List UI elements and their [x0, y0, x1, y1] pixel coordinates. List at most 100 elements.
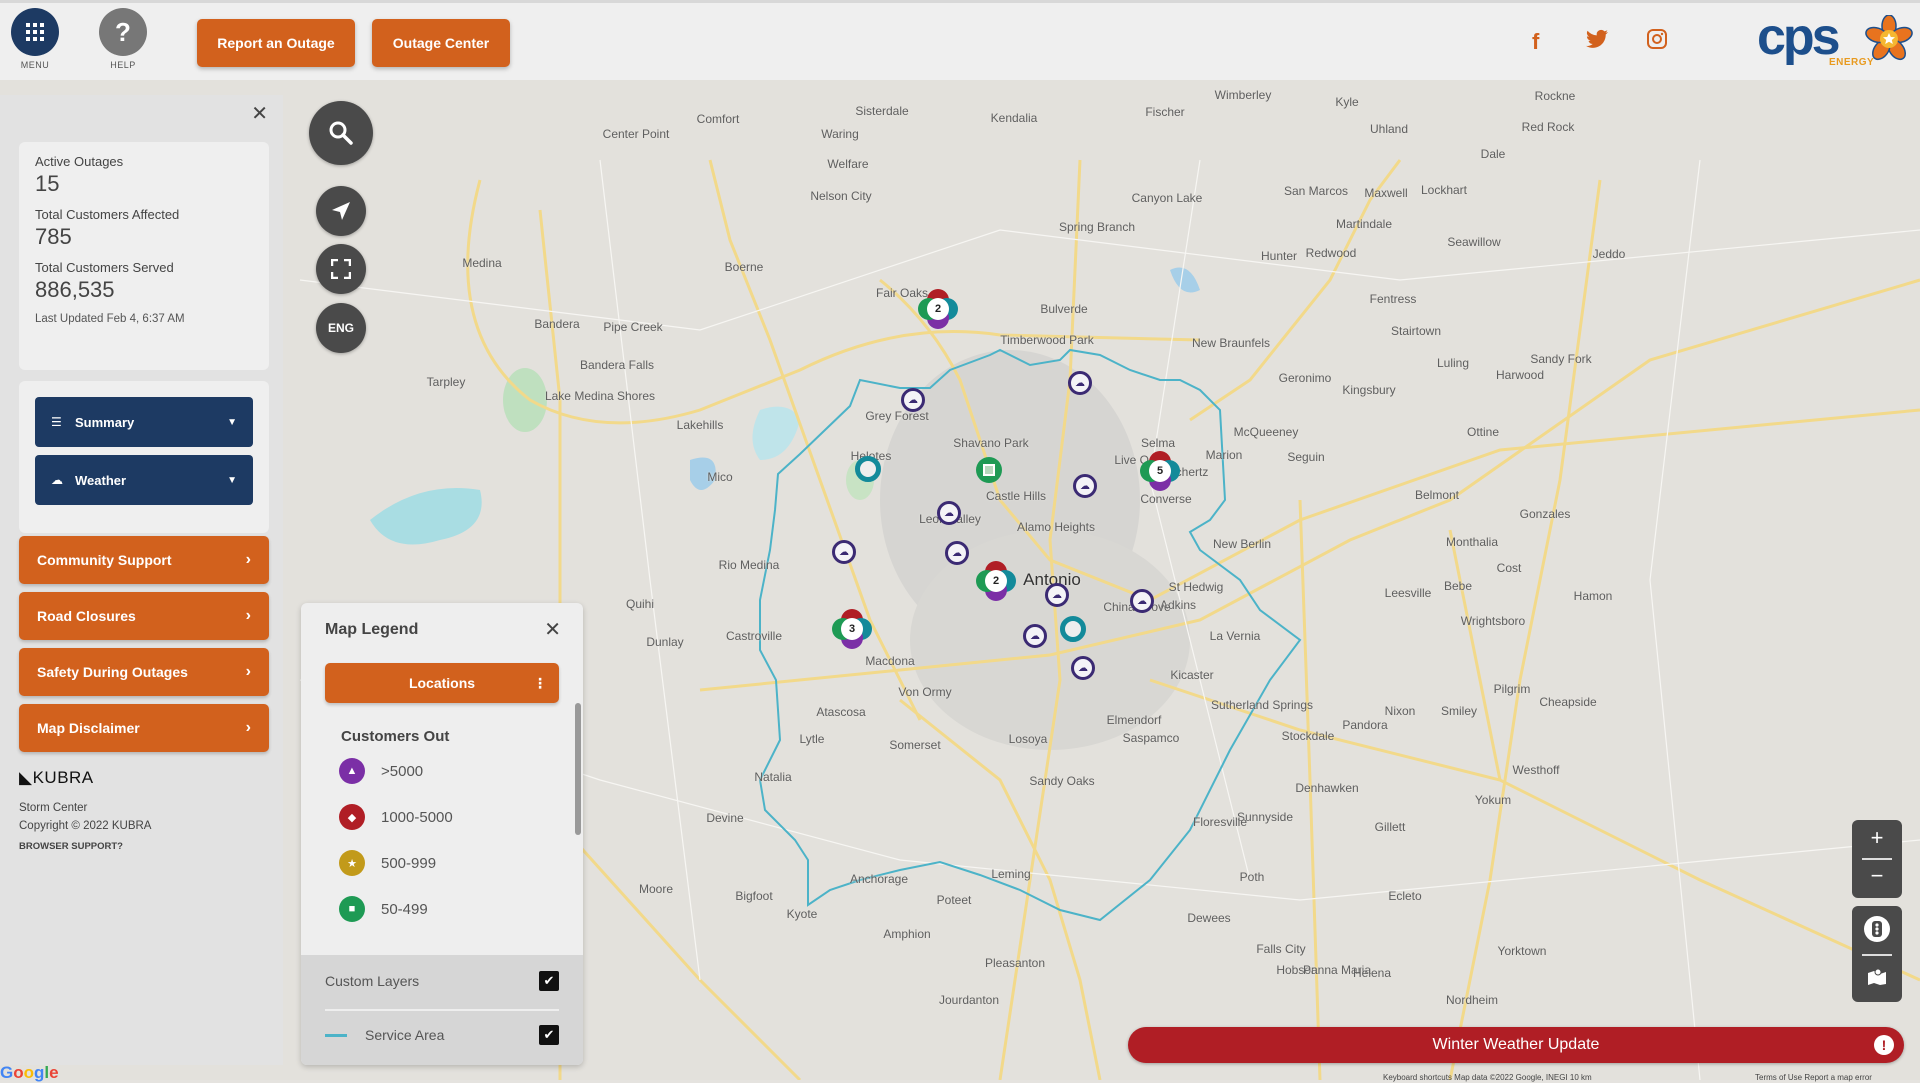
town-label: Rio Medina [718, 558, 780, 572]
weather-outage-marker[interactable]: ☁ [937, 501, 961, 525]
accordion-group: ☰ Summary ▼ ☁ Weather ▼ [19, 381, 269, 533]
road-closures-button[interactable]: Road Closures › [19, 592, 269, 640]
weather-outage-marker[interactable]: ☁ [1071, 656, 1095, 680]
map-type-button[interactable] [1864, 964, 1890, 990]
town-label: Kyle [1335, 95, 1359, 109]
report-outage-button[interactable]: Report an Outage [197, 19, 355, 67]
town-label: Uhland [1369, 122, 1409, 136]
menu-button[interactable]: MENU [5, 8, 65, 70]
map-terms-links[interactable]: Terms of Use Report a map error [1755, 1073, 1872, 1082]
town-label: Bandera Falls [579, 358, 655, 372]
town-label: Seawillow [1447, 235, 1501, 249]
town-label: Poth [1239, 870, 1265, 884]
small-outage-marker[interactable] [855, 456, 881, 482]
summary-accordion[interactable]: ☰ Summary ▼ [35, 397, 253, 447]
zoom-in-button[interactable]: + [1852, 820, 1902, 858]
town-label: Tarpley [426, 375, 466, 389]
town-label: Natalia [754, 770, 792, 784]
map-disclaimer-button[interactable]: Map Disclaimer › [19, 704, 269, 752]
outage-cluster-marker[interactable]: 2 [918, 289, 958, 329]
winter-weather-banner[interactable]: Winter Weather Update ! [1128, 1027, 1904, 1063]
town-label: Sandy Oaks [1029, 774, 1095, 788]
locations-dropdown-button[interactable]: Locations ⋮ [325, 663, 559, 703]
weather-outage-marker[interactable]: ☁ [945, 541, 969, 565]
weather-outage-marker[interactable]: ☁ [832, 540, 856, 564]
town-label: Red Rock [1521, 120, 1575, 134]
outage-50-499-marker[interactable] [976, 457, 1002, 483]
weather-accordion[interactable]: ☁ Weather ▼ [35, 455, 253, 505]
last-updated-label: Last Updated [35, 313, 104, 325]
town-label: Bebe [1443, 579, 1473, 593]
outage-cluster-marker[interactable]: 2 [976, 561, 1016, 601]
google-logo: Google [0, 1063, 59, 1082]
active-outages-label: Active Outages [35, 154, 124, 169]
service-area-row: Service Area ✔ [325, 1025, 559, 1045]
outage-map[interactable]: Comfort Sisterdale Kendalia Waring Center Po… [0, 80, 1920, 1080]
town-label: Welfare [827, 157, 869, 171]
instagram-icon[interactable] [1647, 29, 1667, 55]
twitter-icon[interactable] [1586, 29, 1608, 55]
town-label: Dale [1480, 147, 1506, 161]
small-outage-marker[interactable] [1060, 616, 1086, 642]
locate-button[interactable] [316, 186, 366, 236]
legend-item-50-499: ■ 50-499 [339, 896, 428, 922]
town-label: San Marcos [1283, 184, 1349, 198]
town-label: Lockhart [1420, 183, 1468, 197]
browser-support-link[interactable]: BROWSER SUPPORT? [19, 841, 123, 852]
town-label: Poteet [936, 893, 972, 907]
menu-label: MENU [20, 60, 50, 70]
language-button[interactable]: ENG [316, 303, 366, 353]
legend-item-over-5000: ▲ >5000 [339, 758, 423, 784]
close-legend-button[interactable]: ✕ [544, 617, 561, 642]
weather-outage-marker[interactable]: ☁ [1068, 371, 1092, 395]
weather-outage-marker[interactable]: ☁ [1073, 474, 1097, 498]
legend-item-label: 50-499 [381, 900, 428, 918]
map-icon [1868, 968, 1886, 985]
town-label: Nordheim [1445, 993, 1499, 1007]
town-label: Sandy Fork [1530, 352, 1592, 366]
town-label: Devine [706, 811, 744, 825]
town-label: Cheapside [1539, 695, 1597, 709]
custom-layers-checkbox[interactable]: ✔ [539, 971, 559, 991]
custom-layers-label: Custom Layers [325, 973, 420, 989]
last-updated: Last Updated Feb 4, 6:37 AM [35, 313, 253, 325]
town-label: Marion [1205, 448, 1243, 462]
town-label: Harwood [1495, 368, 1545, 382]
close-panel-button[interactable]: ✕ [251, 101, 268, 126]
legend-item-500-999: ★ 500-999 [339, 850, 436, 876]
town-label: Martindale [1335, 217, 1393, 231]
search-button[interactable] [309, 101, 373, 165]
town-label: Denhawken [1295, 781, 1359, 795]
traffic-toggle-button[interactable] [1864, 916, 1890, 942]
facebook-icon[interactable]: f [1532, 29, 1539, 55]
help-button[interactable]: ? HELP [93, 8, 153, 70]
weather-outage-marker[interactable]: ☁ [901, 388, 925, 412]
town-label: Sutherland Springs [1210, 698, 1314, 712]
triangle-icon: ▲ [339, 758, 365, 784]
safety-during-outages-button[interactable]: Safety During Outages › [19, 648, 269, 696]
town-label: Bandera [534, 317, 580, 331]
road-closures-label: Road Closures [37, 608, 136, 624]
outage-cluster-marker[interactable]: 5 [1140, 451, 1180, 491]
weather-outage-marker[interactable]: ☁ [1023, 624, 1047, 648]
town-label: Kingsbury [1342, 383, 1396, 397]
service-area-checkbox[interactable]: ✔ [539, 1025, 559, 1045]
map-disclaimer-label: Map Disclaimer [37, 720, 140, 736]
fullscreen-button[interactable] [316, 244, 366, 294]
town-label: Amphion [883, 927, 931, 941]
outage-center-button[interactable]: Outage Center [372, 19, 510, 67]
town-label: Quihi [625, 597, 655, 611]
community-support-button[interactable]: Community Support › [19, 536, 269, 584]
star-icon: ★ [339, 850, 365, 876]
town-label: Castle Hills [985, 489, 1047, 503]
town-label: Nixon [1384, 704, 1416, 718]
weather-outage-marker[interactable]: ☁ [1045, 583, 1069, 607]
zoom-out-button[interactable]: − [1852, 858, 1902, 896]
more-options-icon: ⋮ [533, 674, 547, 691]
legend-scrollbar[interactable] [575, 703, 581, 835]
cps-energy-logo[interactable]: cps ENERGY [1757, 8, 1913, 71]
weather-outage-marker[interactable]: ☁ [1130, 589, 1154, 613]
outage-cluster-marker[interactable]: 3 [832, 609, 872, 649]
town-label: Saspamco [1122, 731, 1180, 745]
town-label: Macdona [865, 654, 915, 668]
